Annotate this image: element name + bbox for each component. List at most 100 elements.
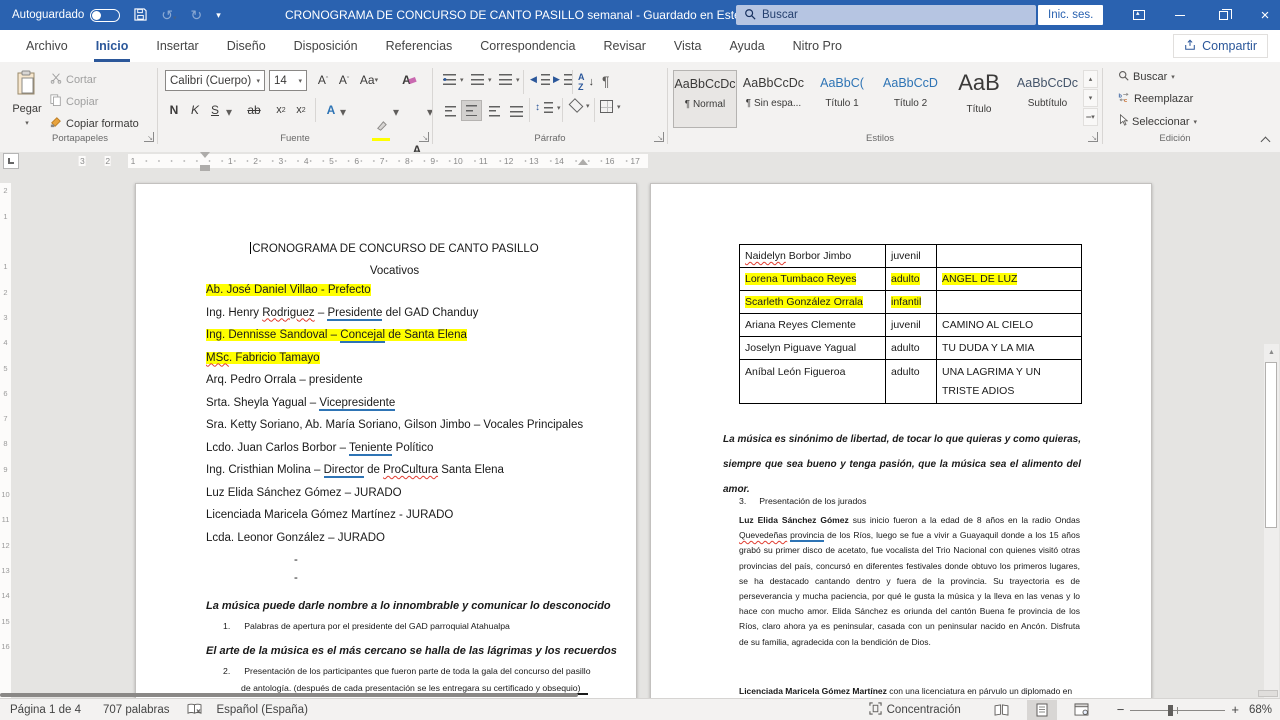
grow-font-button[interactable]: Aˆ — [313, 70, 333, 90]
page-2[interactable]: Naidelyn Borbor JimbojuvenilLorena Tumba… — [650, 183, 1152, 698]
show-formatting-button[interactable]: ¶ — [602, 73, 610, 89]
scroll-up-icon[interactable]: ▲ — [1264, 346, 1279, 360]
font-name-combo[interactable]: Calibri (Cuerpo) ▾ — [165, 70, 265, 91]
sort-button[interactable]: AZ↓ — [578, 72, 594, 92]
strikethrough-button[interactable]: ab — [244, 100, 264, 120]
align-left-button[interactable] — [440, 102, 460, 120]
font-dialog-launcher[interactable] — [419, 132, 429, 142]
styles-more-icon[interactable]: ═▾ — [1083, 108, 1098, 126]
tab-correspondencia[interactable]: Correspondencia — [466, 30, 589, 62]
minimize-button[interactable] — [1163, 0, 1197, 30]
autosave-toggle[interactable] — [90, 9, 120, 22]
styles-scroll-down-icon[interactable]: ▾ — [1083, 89, 1098, 107]
find-button[interactable]: Buscar▾ — [1118, 70, 1175, 84]
style-título-2[interactable]: AaBbCcDTítulo 2 — [879, 70, 943, 128]
text-effects-chevron-icon[interactable]: ▾ — [338, 102, 348, 122]
copy-button[interactable]: Copiar — [50, 94, 98, 109]
read-mode-button[interactable] — [987, 700, 1017, 720]
paste-button[interactable]: Pegar ▾ — [10, 70, 44, 127]
style-título[interactable]: AaBTítulo — [947, 70, 1011, 128]
share-button[interactable]: Compartir — [1173, 34, 1268, 58]
clear-formatting-button[interactable]: A — [397, 70, 421, 90]
change-case-button[interactable]: Aa▾ — [356, 70, 382, 90]
multilevel-list-button[interactable]: ▾ — [499, 74, 520, 85]
highlight-chevron-icon[interactable]: ▾ — [391, 102, 401, 122]
tab-nitro-pro[interactable]: Nitro Pro — [779, 30, 856, 62]
font-color-chevron-icon[interactable]: ▾ — [425, 102, 435, 122]
zoom-level[interactable]: 68% — [1249, 704, 1272, 716]
align-center-button[interactable] — [461, 100, 482, 121]
tab-insertar[interactable]: Insertar — [142, 30, 212, 62]
vertical-scroll-thumb[interactable] — [1265, 362, 1277, 528]
text-run: UNA LAGRIMA Y UN TRISTE ADIOS — [942, 366, 1041, 397]
page-count[interactable]: Página 1 de 4 — [10, 704, 81, 716]
ribbon-display-options-icon[interactable] — [1122, 0, 1156, 30]
styles-scroll-up-icon[interactable]: ▴ — [1083, 70, 1098, 88]
underline-chevron-icon[interactable]: ▾ — [224, 102, 234, 122]
print-layout-button[interactable] — [1027, 700, 1057, 720]
bold-button[interactable]: N — [166, 100, 182, 120]
language-indicator[interactable]: Español (España) — [216, 704, 307, 716]
word-count[interactable]: 707 palabras — [103, 704, 170, 716]
underline-button[interactable]: S — [208, 100, 222, 120]
paragraph-dialog-launcher[interactable] — [654, 132, 664, 142]
align-right-button[interactable] — [484, 102, 504, 120]
customize-qat-icon[interactable]: ▾ — [216, 11, 221, 20]
first-line-indent-marker[interactable] — [200, 152, 210, 158]
web-layout-button[interactable] — [1067, 700, 1097, 720]
horizontal-scroll-thumb[interactable] — [0, 693, 578, 697]
tab-ayuda[interactable]: Ayuda — [715, 30, 778, 62]
redo-icon[interactable]: ↻ — [191, 8, 203, 22]
italic-button[interactable]: K — [188, 100, 202, 120]
zoom-slider[interactable] — [1130, 704, 1225, 716]
style-subtítulo[interactable]: AaBbCcDcSubtítulo — [1016, 70, 1080, 128]
tab-disposición[interactable]: Disposición — [280, 30, 372, 62]
save-icon[interactable] — [134, 8, 147, 23]
replace-button[interactable]: bc Reemplazar — [1118, 92, 1193, 106]
tab-archivo[interactable]: Archivo — [12, 30, 82, 62]
restore-button[interactable] — [1206, 0, 1240, 30]
subscript-button[interactable]: x2 — [272, 100, 290, 120]
shrink-font-button[interactable]: Aˇ — [334, 70, 354, 90]
numbered-list-button[interactable]: ▾ — [471, 74, 492, 85]
proofing-errors-icon[interactable] — [187, 703, 202, 716]
left-indent-marker[interactable] — [200, 165, 210, 171]
select-button[interactable]: Seleccionar▾ — [1118, 114, 1197, 129]
clipboard-dialog-launcher[interactable] — [144, 132, 154, 142]
zoom-in-button[interactable]: + — [1231, 702, 1239, 717]
focus-mode-button[interactable]: Concentración — [869, 702, 961, 718]
style--sin-espa-[interactable]: AaBbCcDc¶ Sin espa... — [742, 70, 806, 128]
right-indent-marker[interactable] — [578, 159, 588, 165]
format-painter-button[interactable]: Copiar formato — [50, 116, 139, 131]
bullet-list-button[interactable]: ▾ — [443, 74, 464, 85]
page-1[interactable]: CRONOGRAMA DE CONCURSO DE CANTO PASILLO … — [135, 183, 637, 698]
tab-referencias[interactable]: Referencias — [372, 30, 467, 62]
tab-inicio[interactable]: Inicio — [82, 30, 143, 62]
sign-in-button[interactable]: Inic. ses. — [1038, 5, 1103, 25]
tab-revisar[interactable]: Revisar — [589, 30, 659, 62]
collapse-ribbon-icon[interactable] — [1261, 137, 1271, 147]
shading-button[interactable]: ▾ — [570, 102, 590, 110]
superscript-button[interactable]: x2 — [292, 100, 310, 120]
search-box[interactable] — [736, 5, 1036, 25]
zoom-slider-thumb[interactable] — [1168, 705, 1173, 716]
style-título-1[interactable]: AaBbC(Título 1 — [810, 70, 874, 128]
undo-icon[interactable]: ↺▾ — [161, 8, 176, 22]
decrease-indent-button[interactable]: ◀ — [530, 74, 550, 85]
cut-button[interactable]: Cortar — [50, 72, 97, 87]
search-input[interactable] — [762, 9, 1002, 21]
tab-diseño[interactable]: Diseño — [213, 30, 280, 62]
close-button[interactable]: × — [1248, 0, 1280, 30]
styles-dialog-launcher[interactable] — [1088, 132, 1098, 142]
line-spacing-button[interactable]: ↕▾ — [535, 102, 561, 113]
style--normal[interactable]: AaBbCcDc¶ Normal — [673, 70, 737, 128]
justify-button[interactable] — [506, 102, 526, 120]
zoom-out-button[interactable]: − — [1117, 702, 1125, 717]
font-size-combo[interactable]: 14 ▾ — [269, 70, 307, 91]
increase-indent-button[interactable]: ▶ — [553, 74, 573, 85]
tab-stop-selector[interactable] — [3, 153, 19, 169]
highlight-button[interactable] — [372, 118, 390, 138]
borders-button[interactable]: ▾ — [600, 100, 621, 113]
tab-vista[interactable]: Vista — [660, 30, 716, 62]
vertical-scrollbar[interactable]: ▲ — [1264, 344, 1279, 698]
